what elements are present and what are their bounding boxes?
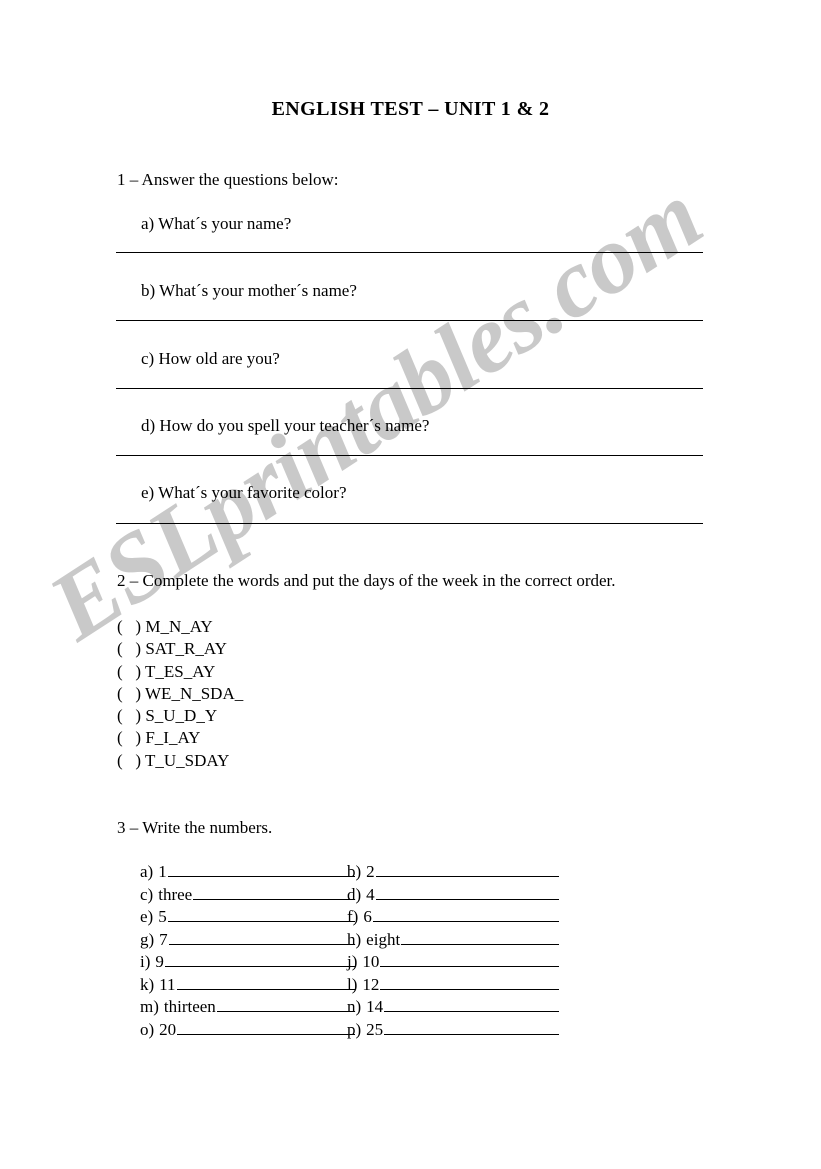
number-item-l-write-line[interactable]: [380, 976, 559, 990]
number-item-e-value: 5: [158, 907, 167, 926]
question-a-text: a) What´s your name?: [141, 214, 292, 233]
number-item-b: b) 2: [347, 862, 559, 882]
number-item-c-value: three: [158, 884, 193, 904]
number-item-c: c) three: [140, 885, 355, 905]
number-item-a-write-line[interactable]: [167, 863, 355, 877]
number-item-o: o) 20: [140, 1020, 355, 1040]
number-item-k-value: 11: [159, 974, 176, 994]
number-item-h-write-line[interactable]: [401, 931, 559, 945]
number-item-n-label: n): [347, 997, 362, 1016]
number-item-e-label: e): [140, 907, 154, 926]
number-item-o-label: o): [140, 1019, 155, 1039]
numbers-row: c) three d) 4: [140, 885, 570, 908]
number-item-m-write-line[interactable]: [216, 998, 355, 1012]
number-item-f-label: f): [347, 907, 359, 926]
number-item-o-value: 20: [159, 1019, 177, 1039]
numbers-row: i) 9 j) 10: [140, 952, 570, 975]
number-item-o-write-line[interactable]: [177, 1021, 355, 1035]
question-c-answer-line[interactable]: [116, 388, 703, 389]
number-item-a-value: 1: [158, 862, 167, 881]
number-item-f-value: 6: [363, 907, 372, 926]
number-item-e: e) 5: [140, 907, 355, 927]
numbers-row: k) 11 l) 12: [140, 975, 570, 998]
number-item-p: p) 25: [347, 1020, 559, 1040]
number-item-h: h) eight: [347, 930, 559, 950]
number-item-g-value: 7: [159, 929, 168, 949]
number-item-a-label: a): [140, 862, 154, 881]
number-item-l-value: 12: [362, 974, 380, 994]
question-e-answer-line[interactable]: [116, 523, 703, 524]
number-item-c-write-line[interactable]: [193, 886, 355, 900]
number-item-p-label: p): [347, 1019, 362, 1039]
number-item-k-label: k): [140, 974, 155, 994]
numbers-row: e) 5 f) 6: [140, 907, 570, 930]
number-item-i-label: i): [140, 952, 151, 971]
days-of-week-list: ( ) M_N_AY ( ) SAT_R_AY ( ) T_ES_AY ( ) …: [117, 616, 243, 772]
numbers-row: m) thirteen n) 14: [140, 997, 570, 1020]
number-item-a: a) 1: [140, 862, 355, 882]
question-e-text: e) What´s your favorite color?: [141, 483, 347, 502]
question-a-answer-line[interactable]: [116, 252, 703, 253]
page-title: ENGLISH TEST – UNIT 1 & 2: [271, 98, 550, 120]
number-item-i-write-line[interactable]: [164, 953, 355, 967]
number-item-l: l) 12: [347, 975, 559, 995]
number-item-h-value: eight: [366, 929, 401, 949]
question-d-text: d) How do you spell your teacher´s name?: [141, 416, 430, 435]
section-3-heading: 3 – Write the numbers.: [117, 818, 273, 837]
number-item-m: m) thirteen: [140, 997, 355, 1017]
question-b-answer-line[interactable]: [116, 320, 703, 321]
number-item-g: g) 7: [140, 930, 355, 950]
number-item-g-label: g): [140, 929, 155, 949]
question-b-text: b) What´s your mother´s name?: [141, 281, 357, 300]
number-item-n: n) 14: [347, 997, 559, 1017]
number-item-d-write-line[interactable]: [375, 886, 559, 900]
day-item[interactable]: ( ) SAT_R_AY: [117, 638, 243, 660]
number-item-d-label: d): [347, 884, 362, 904]
number-item-j: j) 10: [347, 952, 559, 972]
number-item-g-write-line[interactable]: [168, 931, 355, 945]
number-item-m-value: thirteen: [163, 997, 216, 1016]
number-item-i: i) 9: [140, 952, 355, 972]
section-1-heading: 1 – Answer the questions below:: [117, 170, 339, 189]
number-item-j-value: 10: [362, 952, 380, 971]
day-item[interactable]: ( ) T_ES_AY: [117, 661, 243, 683]
worksheet-page: ESLprintables.com ENGLISH TEST – UNIT 1 …: [0, 0, 821, 1169]
question-c-text: c) How old are you?: [141, 349, 280, 368]
question-d-answer-line[interactable]: [116, 455, 703, 456]
number-item-k-write-line[interactable]: [176, 976, 355, 990]
number-item-b-value: 2: [366, 862, 375, 881]
number-item-j-label: j): [347, 952, 358, 971]
number-item-f-write-line[interactable]: [372, 908, 559, 922]
day-item[interactable]: ( ) S_U_D_Y: [117, 705, 243, 727]
number-item-c-label: c): [140, 884, 154, 904]
number-item-n-value: 14: [366, 997, 384, 1016]
numbers-row: g) 7 h) eight: [140, 930, 570, 953]
number-item-b-label: b): [347, 862, 362, 881]
day-item[interactable]: ( ) M_N_AY: [117, 616, 243, 638]
number-item-j-write-line[interactable]: [380, 953, 559, 967]
day-item[interactable]: ( ) F_I_AY: [117, 727, 243, 749]
number-item-f: f) 6: [347, 907, 559, 927]
numbers-grid: a) 1 b) 2 c) three d) 4 e) 5 f) 6 g) 7 h…: [140, 862, 570, 1042]
number-item-b-write-line[interactable]: [375, 863, 559, 877]
number-item-p-write-line[interactable]: [384, 1021, 559, 1035]
number-item-n-write-line[interactable]: [384, 998, 559, 1012]
day-item[interactable]: ( ) WE_N_SDA_: [117, 683, 243, 705]
number-item-p-value: 25: [366, 1019, 384, 1039]
number-item-m-label: m): [140, 997, 159, 1016]
number-item-k: k) 11: [140, 975, 355, 995]
number-item-e-write-line[interactable]: [167, 908, 355, 922]
number-item-l-label: l): [347, 974, 358, 994]
numbers-row: o) 20 p) 25: [140, 1020, 570, 1043]
number-item-i-value: 9: [155, 952, 164, 971]
number-item-d-value: 4: [366, 884, 375, 904]
number-item-h-label: h): [347, 929, 362, 949]
section-2-heading: 2 – Complete the words and put the days …: [117, 571, 616, 590]
number-item-d: d) 4: [347, 885, 559, 905]
day-item[interactable]: ( ) T_U_SDAY: [117, 750, 243, 772]
numbers-row: a) 1 b) 2: [140, 862, 570, 885]
